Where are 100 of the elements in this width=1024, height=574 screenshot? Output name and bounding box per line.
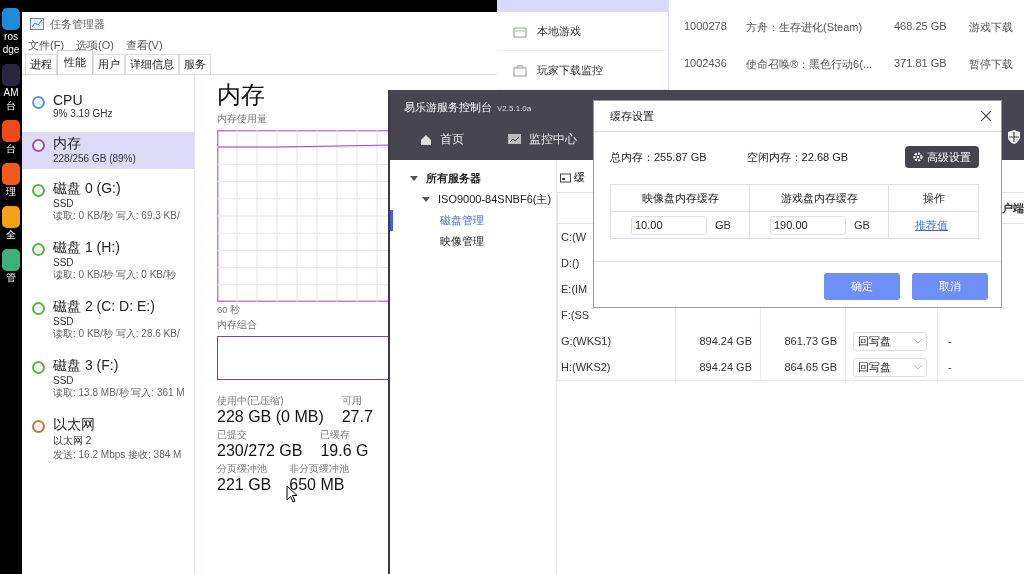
desktop-label: 台: [6, 100, 16, 112]
resource-item[interactable]: 磁盘 1 (H:) SSD 读取: 0 KB/秒 写入: 0 KB/秒: [22, 236, 194, 287]
tree-item[interactable]: 磁盘管理: [440, 213, 484, 228]
game-size: 371.81 GB: [894, 57, 948, 71]
app-icon[interactable]: [2, 249, 20, 271]
desktop-label: dge: [2, 44, 20, 56]
monitor-chart-icon: [508, 134, 521, 145]
chevron-icon: [914, 364, 922, 370]
chart-label: 内存使用量: [217, 113, 268, 126]
resource-name: 磁盘 3 (F:): [53, 357, 120, 375]
tree-item[interactable]: ISO9000-84SNBF6(主): [438, 192, 552, 207]
resource-item[interactable]: CPU 9% 3.19 GHz: [22, 89, 194, 124]
disk-total: 894.24 GB: [699, 361, 752, 373]
stat-value: 228 GB (0 MB): [217, 408, 324, 426]
cache-size-input[interactable]: 190.00: [770, 215, 846, 235]
resource-subtitle: SSD: [53, 257, 75, 268]
app-icon[interactable]: [2, 206, 20, 228]
resource-subtitle: 228/256 GB (89%): [53, 153, 136, 164]
menu-item[interactable]: 选项(O): [76, 37, 114, 53]
menu-item[interactable]: 文件(F): [28, 37, 65, 53]
total-memory-label: 总内存：255.87 GB: [610, 149, 707, 165]
graph-icon: [30, 18, 44, 30]
gear-icon: [913, 152, 923, 162]
stat-value: 221 GB: [217, 476, 272, 494]
resource-name: 以太网: [53, 416, 96, 434]
resource-detail: 读取: 0 KB/秒 写入: 0 KB/秒: [53, 268, 176, 282]
stat-label: 已缓存: [320, 428, 352, 442]
desktop-label: ros: [4, 31, 18, 43]
resource-detail: 发送: 16.2 Mbps 接收: 384 M: [53, 448, 182, 462]
disk-name: G:(WKS1): [561, 335, 612, 347]
tab[interactable]: 详细信息: [125, 54, 179, 74]
tree-item[interactable]: 所有服务器: [426, 171, 481, 186]
column-header: 映像盘内存缓存: [641, 190, 719, 206]
game-name: 方舟：生存进化(Steam): [746, 20, 864, 35]
cache-size-input[interactable]: 10.00: [631, 215, 707, 235]
stat-label: 使用中(已压缩): [217, 394, 285, 408]
game-name: 使命召唤®：黑色行动6(...: [746, 57, 874, 72]
mode-dropdown[interactable]: 回写盘: [853, 331, 927, 351]
expanded-caret-icon[interactable]: [422, 196, 430, 203]
chevron-icon: [914, 338, 922, 344]
table-cell: -: [948, 361, 952, 373]
tab[interactable]: 性能: [57, 50, 93, 74]
home-icon: [420, 133, 432, 146]
resource-item[interactable]: 以太网 以太网 2 发送: 16.2 Mbps 接收: 384 M: [22, 413, 194, 467]
disk-free: 861.73 GB: [784, 335, 837, 347]
table-cell: -: [948, 335, 952, 347]
resource-subtitle: SSD: [53, 198, 75, 209]
resource-subtitle: SSD: [53, 375, 75, 386]
resource-item[interactable]: 磁盘 2 (C: D: E:) SSD 读取: 0 KB/秒 写入: 28.6 KB/: [22, 295, 194, 346]
disk-total: 894.24 GB: [699, 335, 752, 347]
stat-label: 非分页缓冲池: [289, 462, 350, 476]
menu-item[interactable]: 查看(V): [125, 37, 163, 53]
resource-subtitle: 以太网 2: [53, 434, 93, 448]
stat-label: 已提交: [217, 428, 248, 442]
nav-item[interactable]: 玩家下载监控: [537, 62, 603, 78]
game-size: 468.25 GB: [894, 20, 948, 34]
app-icon[interactable]: [2, 8, 20, 30]
mode-dropdown[interactable]: 回写盘: [853, 357, 927, 377]
stat-value: 19.6 G: [320, 442, 369, 460]
desktop-label: 全: [6, 229, 16, 241]
advanced-settings-button[interactable]: 高级设置: [905, 146, 979, 168]
desktop-label: 管: [6, 272, 16, 284]
desktop-label: AM: [3, 87, 19, 99]
dialog-title: 缓存设置: [610, 108, 654, 124]
tab[interactable]: 服务: [179, 54, 211, 74]
resource-name: 磁盘 1 (H:): [53, 239, 121, 257]
selection-bar: [390, 210, 393, 231]
shield-icon: [1008, 130, 1020, 144]
resource-item[interactable]: 内存 228/256 GB (89%): [22, 132, 194, 169]
resource-item[interactable]: 磁盘 0 (G:) SSD 读取: 0 KB/秒 写入: 69.3 KB/: [22, 177, 194, 228]
panel-tab[interactable]: 缓: [574, 169, 585, 185]
disk-name: F:(SS: [561, 309, 590, 321]
app-icon[interactable]: [2, 120, 20, 142]
desktop-label: 台: [6, 143, 16, 155]
game-id: 1000278: [684, 20, 728, 34]
resource-name: 内存: [53, 135, 82, 153]
resource-detail: 读取: 13.8 MB/秒 写入: 361 M: [53, 386, 185, 400]
resource-detail: 读取: 0 KB/秒 写入: 28.6 KB/: [53, 327, 180, 341]
disk-name: C:(W: [561, 231, 587, 243]
recommended-link[interactable]: 推荐值: [915, 217, 948, 233]
time-label: 60 秒: [217, 304, 242, 317]
tree-item[interactable]: 映像管理: [440, 234, 484, 249]
resource-name: 磁盘 2 (C: D: E:): [53, 298, 156, 316]
resource-subtitle: 9% 3.19 GHz: [53, 108, 113, 119]
nav-item[interactable]: 本地游戏: [537, 23, 581, 39]
version-label: V2.5.1.0a: [497, 104, 532, 113]
resource-detail: 读取: 0 KB/秒 写入: 69.3 KB/: [53, 209, 180, 223]
expanded-caret-icon[interactable]: [410, 175, 418, 182]
close-icon[interactable]: [981, 111, 991, 121]
resource-name: CPU: [53, 92, 84, 108]
box-icon: [513, 24, 527, 38]
nav-tab[interactable]: 监控中心: [508, 131, 577, 148]
chart-label: 内存组合: [217, 319, 258, 332]
tab[interactable]: 进程: [25, 54, 57, 74]
column-header: 户端: [1002, 200, 1024, 216]
stat-label: 可用: [341, 394, 363, 408]
resource-item[interactable]: 磁盘 3 (F:) SSD 读取: 13.8 MB/秒 写入: 361 M: [22, 354, 194, 405]
app-icon[interactable]: [2, 163, 20, 185]
nav-tab[interactable]: 首页: [420, 131, 464, 148]
tab[interactable]: 用户: [93, 54, 125, 74]
